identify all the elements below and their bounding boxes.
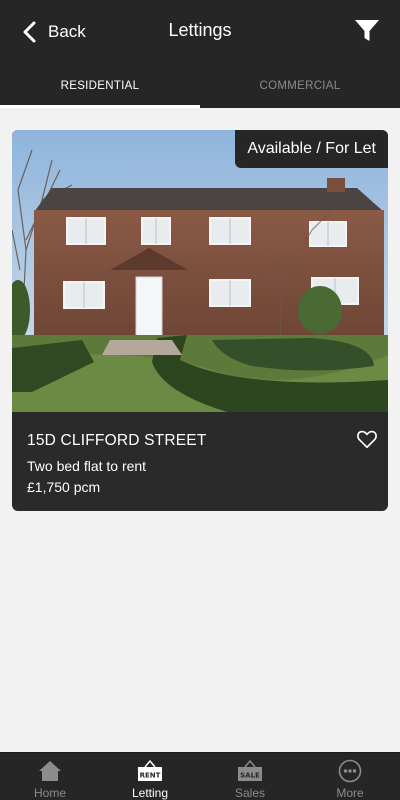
- nav-home-label: Home: [33, 786, 66, 800]
- tab-commercial[interactable]: COMMERCIAL: [200, 64, 400, 108]
- property-photo: [12, 130, 388, 412]
- nav-letting-label: Letting: [131, 786, 169, 800]
- property-details: 15D CLIFFORD STREET Two bed flat to rent…: [12, 412, 388, 511]
- tab-residential[interactable]: RESIDENTIAL: [0, 64, 200, 108]
- nav-more-label: More: [336, 786, 364, 800]
- nav-more[interactable]: More: [300, 753, 400, 800]
- rent-sign-icon: RENT: [137, 759, 163, 783]
- back-label: Back: [48, 22, 86, 41]
- home-icon: [37, 759, 63, 783]
- nav-home[interactable]: Home: [0, 753, 100, 800]
- property-description: Two bed flat to rent: [27, 458, 147, 474]
- more-icon: [337, 759, 363, 783]
- back-button[interactable]: Back: [22, 18, 86, 46]
- sale-sign-text: SALE: [240, 772, 260, 780]
- property-address: 15D CLIFFORD STREET: [27, 432, 207, 449]
- sale-sign-icon: SALE: [237, 759, 263, 783]
- rent-sign-text: RENT: [140, 772, 161, 780]
- nav-letting[interactable]: RENT Letting: [100, 753, 200, 800]
- property-price: £1,750 pcm: [27, 479, 101, 495]
- tab-bar: RESIDENTIAL COMMERCIAL: [0, 64, 400, 108]
- filter-icon[interactable]: [354, 18, 380, 44]
- nav-sales[interactable]: SALE Sales: [200, 753, 300, 800]
- nav-sales-label: Sales: [234, 786, 266, 800]
- property-card[interactable]: Available / For Let 15D CLIFFORD STREET …: [12, 130, 388, 511]
- favourite-heart-icon[interactable]: [356, 428, 378, 450]
- bottom-navigation: Home RENT Letting SALE Sales More: [0, 752, 400, 800]
- app-header: Back Lettings: [0, 0, 400, 64]
- availability-badge: Available / For Let: [235, 130, 388, 168]
- chevron-left-icon: [23, 21, 36, 43]
